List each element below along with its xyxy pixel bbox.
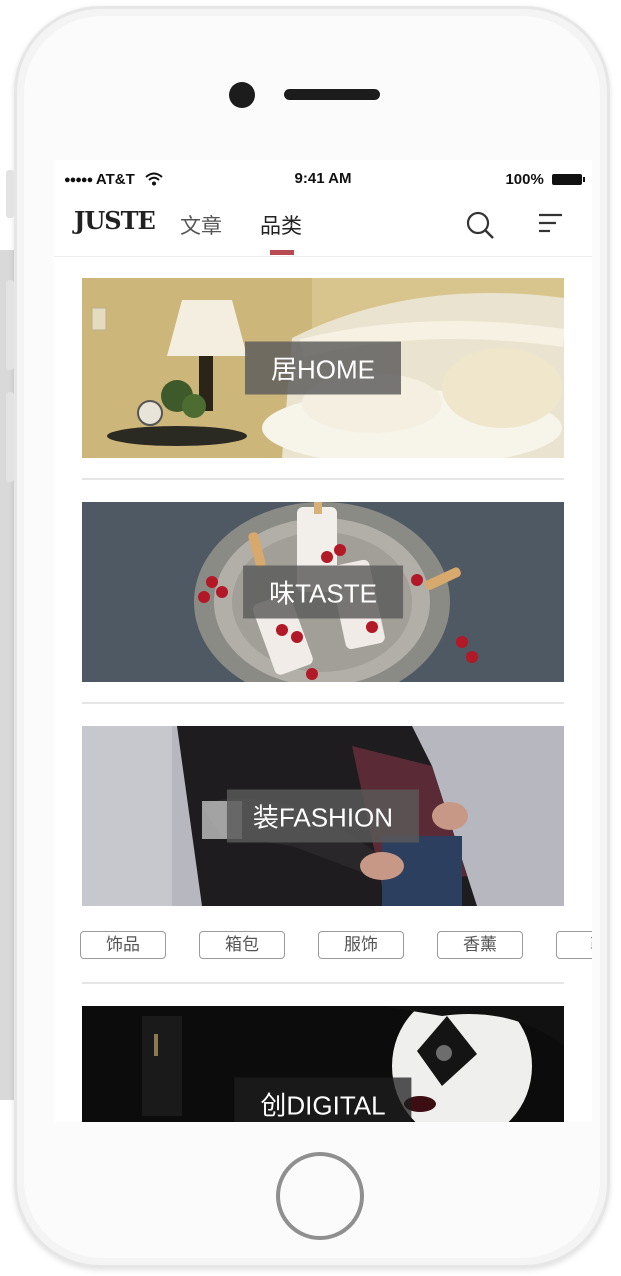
tab-articles[interactable]: 文章 (180, 210, 222, 240)
tag-chip-fragrance[interactable]: 香薰 (437, 931, 523, 959)
tab-categories[interactable]: 品类 (260, 210, 302, 240)
mute-switch (6, 170, 14, 218)
app-screen: ●●●●● AT&T 9:41 AM 100% JUSTE 文章 品类 居HOM… (54, 160, 592, 1122)
battery-icon (552, 174, 585, 185)
earpiece-speaker (284, 89, 380, 100)
section-divider (82, 982, 564, 984)
category-card-digital[interactable]: 创DIGITAL (82, 1006, 564, 1122)
category-label-fashion: 装FASHION (226, 789, 420, 843)
section-divider (82, 702, 564, 704)
fashion-tag-row: 饰品 箱包 服饰 香薰 鞋 (80, 931, 592, 961)
section-divider (82, 478, 564, 480)
category-label-digital: 创DIGITAL (234, 1077, 412, 1122)
category-card-fashion[interactable]: 装FASHION (82, 726, 564, 906)
front-camera (229, 82, 255, 108)
filter-menu-icon[interactable] (536, 210, 564, 238)
tag-chip-apparel[interactable]: 服饰 (318, 931, 404, 959)
tag-chip-accessories[interactable]: 饰品 (80, 931, 166, 959)
top-nav: JUSTE 文章 品类 (54, 200, 592, 257)
volume-up-button (6, 280, 14, 370)
tag-chip-shoes[interactable]: 鞋 (556, 931, 592, 959)
volume-down-button (6, 392, 14, 482)
active-tab-indicator (270, 250, 294, 255)
app-logo[interactable]: JUSTE (74, 206, 156, 235)
battery-info: 100% (505, 171, 585, 188)
category-label-taste: 味TASTE (243, 565, 403, 619)
category-label-home: 居HOME (244, 341, 402, 395)
home-button[interactable] (276, 1152, 364, 1240)
search-icon[interactable] (464, 209, 496, 241)
battery-percent: 100% (505, 171, 544, 188)
status-bar: ●●●●● AT&T 9:41 AM 100% (54, 160, 592, 200)
category-card-home[interactable]: 居HOME (82, 278, 564, 458)
tag-chip-bags[interactable]: 箱包 (199, 931, 285, 959)
category-card-taste[interactable]: 味TASTE (82, 502, 564, 682)
